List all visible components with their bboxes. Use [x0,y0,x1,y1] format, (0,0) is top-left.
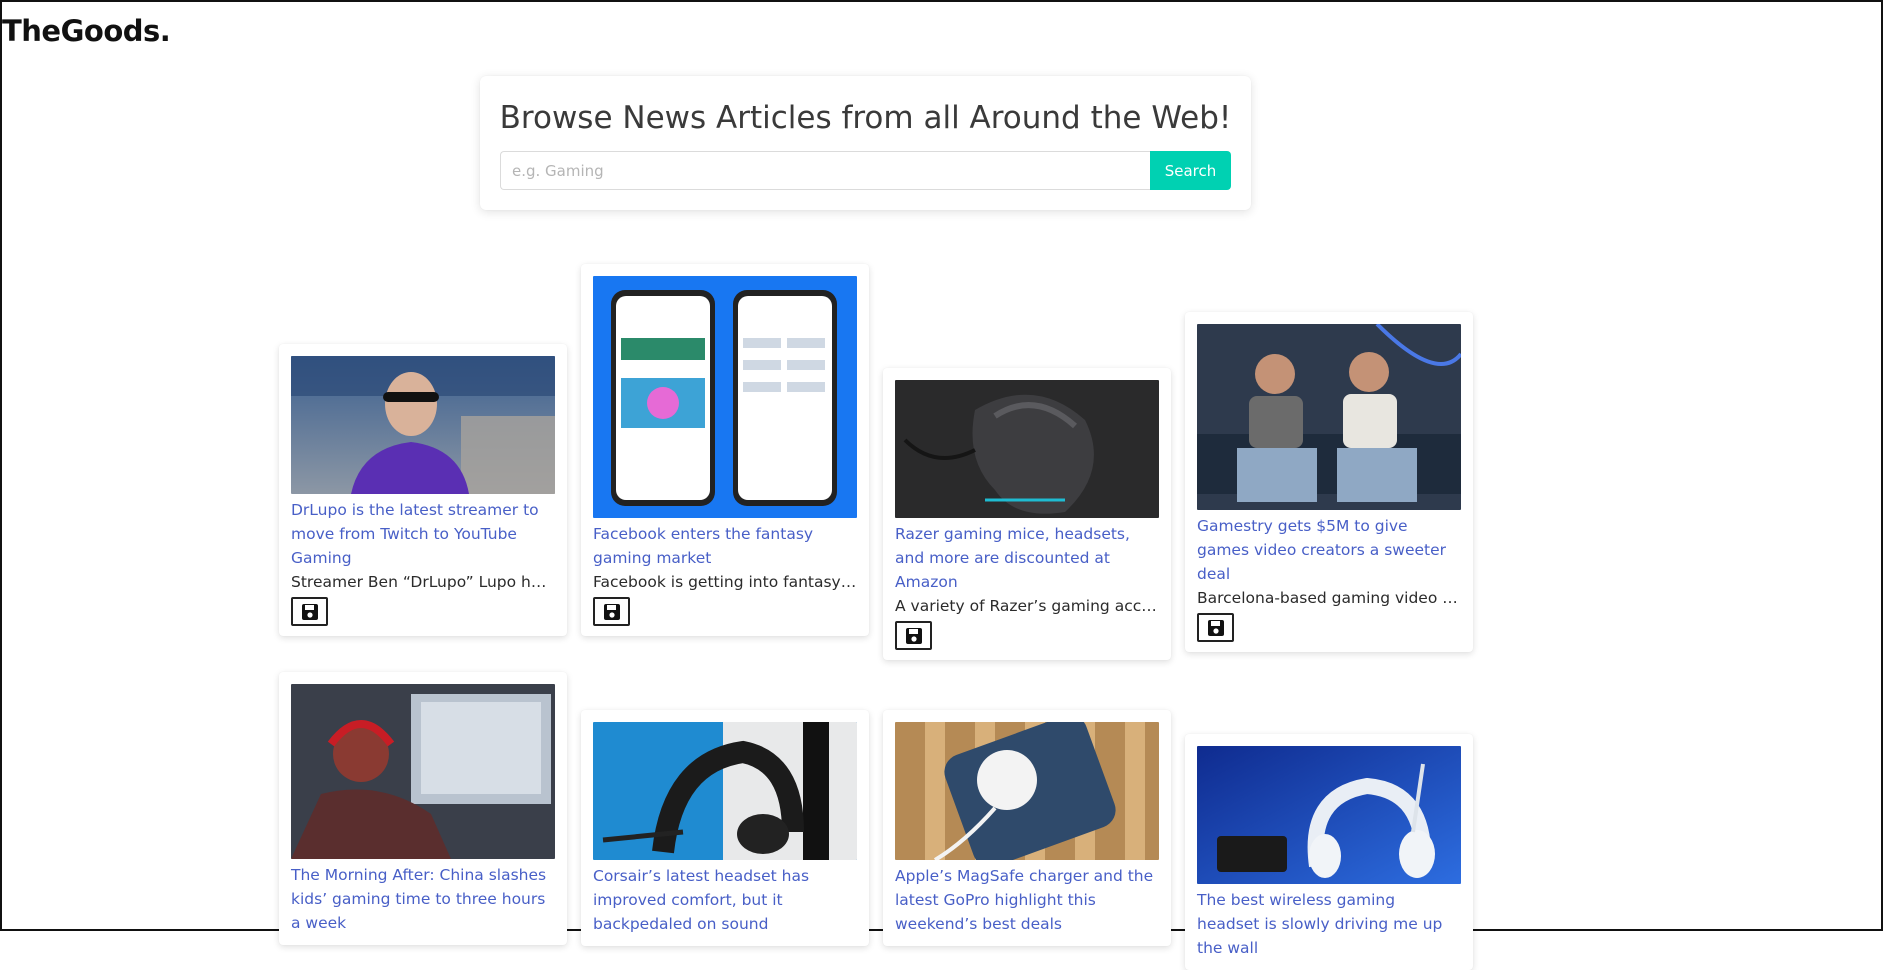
save-button[interactable] [895,621,932,650]
article-title-link[interactable]: Facebook enters the fantasy gaming marke… [593,522,857,570]
save-button[interactable] [291,597,328,626]
article-description: Barcelona-based gaming video platform [1197,589,1461,607]
article-title-link[interactable]: DrLupo is the latest streamer to move fr… [291,498,555,570]
search-panel: Browse News Articles from all Around the… [480,76,1251,210]
search-input[interactable] [500,151,1150,190]
article-image[interactable] [1197,324,1461,510]
article-card: Gamestry gets $5M to give games video cr… [1185,312,1473,652]
article-image[interactable] [291,356,555,494]
article-card: DrLupo is the latest streamer to move fr… [279,344,567,636]
article-image[interactable] [895,722,1159,860]
article-card: Razer gaming mice, headsets, and more ar… [883,368,1171,660]
article-title-link[interactable]: The best wireless gaming headset is slow… [1197,888,1461,960]
article-card: Facebook enters the fantasy gaming marke… [581,264,869,636]
article-card: Corsair’s latest headset has improved co… [581,710,869,946]
article-description: Streamer Ben “DrLupo” Lupo has signed [291,573,555,591]
floppy-disk-icon [1207,619,1224,636]
article-image[interactable] [1197,746,1461,884]
article-title-link[interactable]: Razer gaming mice, headsets, and more ar… [895,522,1159,594]
brand-logo[interactable]: TheGoods. [2,14,171,48]
floppy-disk-icon [905,627,922,644]
floppy-disk-icon [603,603,620,620]
search-button[interactable]: Search [1150,151,1231,190]
article-image[interactable] [895,380,1159,518]
article-title-link[interactable]: The Morning After: China slashes kids’ g… [291,863,555,935]
page-title: Browse News Articles from all Around the… [499,100,1232,136]
article-image[interactable] [593,276,857,518]
article-title-link[interactable]: Corsair’s latest headset has improved co… [593,864,857,936]
save-button[interactable] [593,597,630,626]
article-description: Facebook is getting into fantasy sports [593,573,857,591]
article-title-link[interactable]: Apple’s MagSafe charger and the latest G… [895,864,1159,936]
save-button[interactable] [1197,613,1234,642]
article-description: A variety of Razer’s gaming accessories [895,597,1159,615]
article-image[interactable] [593,722,857,860]
floppy-disk-icon [301,603,318,620]
article-card: The best wireless gaming headset is slow… [1185,734,1473,970]
article-title-link[interactable]: Gamestry gets $5M to give games video cr… [1197,514,1461,586]
article-image[interactable] [291,684,555,859]
article-card: The Morning After: China slashes kids’ g… [279,672,567,945]
article-card: Apple’s MagSafe charger and the latest G… [883,710,1171,946]
